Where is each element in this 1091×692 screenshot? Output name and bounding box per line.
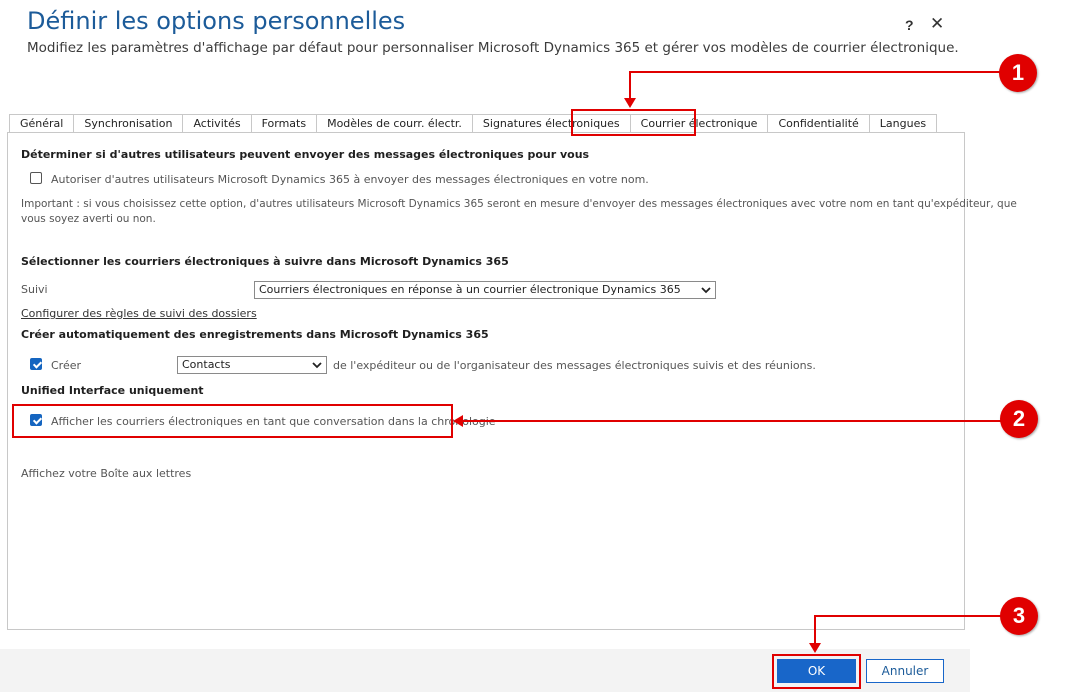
create-select-value: Contacts: [182, 358, 231, 371]
cancel-button[interactable]: Annuler: [866, 659, 944, 683]
callout-highlight-conversation: [12, 404, 453, 438]
tab-email-templates[interactable]: Modèles de courr. électr.: [316, 114, 472, 132]
section-heading-unified-interface: Unified Interface uniquement: [21, 384, 204, 397]
tab-synchronisation[interactable]: Synchronisation: [73, 114, 183, 132]
callout-arrow-1-horizontal: [629, 71, 1001, 73]
section-heading-auto-create: Créer automatiquement des enregistrement…: [21, 328, 489, 341]
callout-arrow-2-horizontal: [462, 420, 1002, 422]
create-records-checkbox[interactable]: [30, 358, 42, 370]
important-note-line2: vous soyez averti ou non.: [21, 213, 156, 225]
create-record-type-select[interactable]: Contacts: [177, 356, 327, 374]
callout-arrow-2-head: [453, 415, 463, 427]
callout-arrow-1-vertical: [629, 71, 631, 101]
callout-arrow-3-head: [809, 643, 821, 653]
section-heading-send-on-behalf: Déterminer si d'autres utilisateurs peuv…: [21, 148, 590, 161]
chevron-down-icon: [701, 283, 711, 303]
page-subtitle: Modifiez les paramètres d'affichage par …: [27, 40, 959, 56]
callout-badge-2: 2: [1000, 400, 1038, 438]
track-select[interactable]: Courriers électroniques en réponse à un …: [254, 281, 716, 299]
callout-arrow-1-head: [624, 98, 636, 108]
important-note-line1: Important : si vous choisissez cette opt…: [21, 198, 1017, 210]
tab-formats[interactable]: Formats: [250, 114, 317, 132]
close-icon[interactable]: ✕: [930, 14, 944, 34]
mailbox-text: Affichez votre Boîte aux lettres: [21, 467, 192, 480]
callout-highlight-email-tab: [571, 109, 696, 136]
create-label: Créer: [51, 359, 82, 372]
chevron-down-icon: [312, 358, 322, 378]
tab-languages[interactable]: Langues: [868, 114, 938, 132]
tab-bar: Général Synchronisation Activités Format…: [9, 114, 938, 132]
track-select-value: Courriers électroniques en réponse à un …: [259, 283, 681, 296]
create-suffix-text: de l'expéditeur ou de l'organisateur des…: [333, 359, 816, 372]
folder-tracking-rules-link[interactable]: Configurer des règles de suivi des dossi…: [21, 307, 257, 320]
question-mark-icon[interactable]: ?: [905, 17, 914, 33]
callout-badge-3: 3: [1000, 597, 1038, 635]
tab-activites[interactable]: Activités: [182, 114, 251, 132]
allow-others-label: Autoriser d'autres utilisateurs Microsof…: [51, 173, 649, 186]
tab-general[interactable]: Général: [9, 114, 74, 132]
callout-highlight-ok: [772, 654, 861, 689]
allow-others-checkbox[interactable]: [30, 172, 42, 184]
tab-privacy[interactable]: Confidentialité: [767, 114, 869, 132]
section-heading-track-emails: Sélectionner les courriers électroniques…: [21, 255, 509, 268]
callout-arrow-3-horizontal: [814, 615, 1002, 617]
page-title: Définir les options personnelles: [27, 7, 406, 35]
callout-badge-1: 1: [999, 54, 1037, 92]
callout-arrow-3-vertical: [814, 615, 816, 645]
track-label: Suivi: [21, 283, 48, 296]
